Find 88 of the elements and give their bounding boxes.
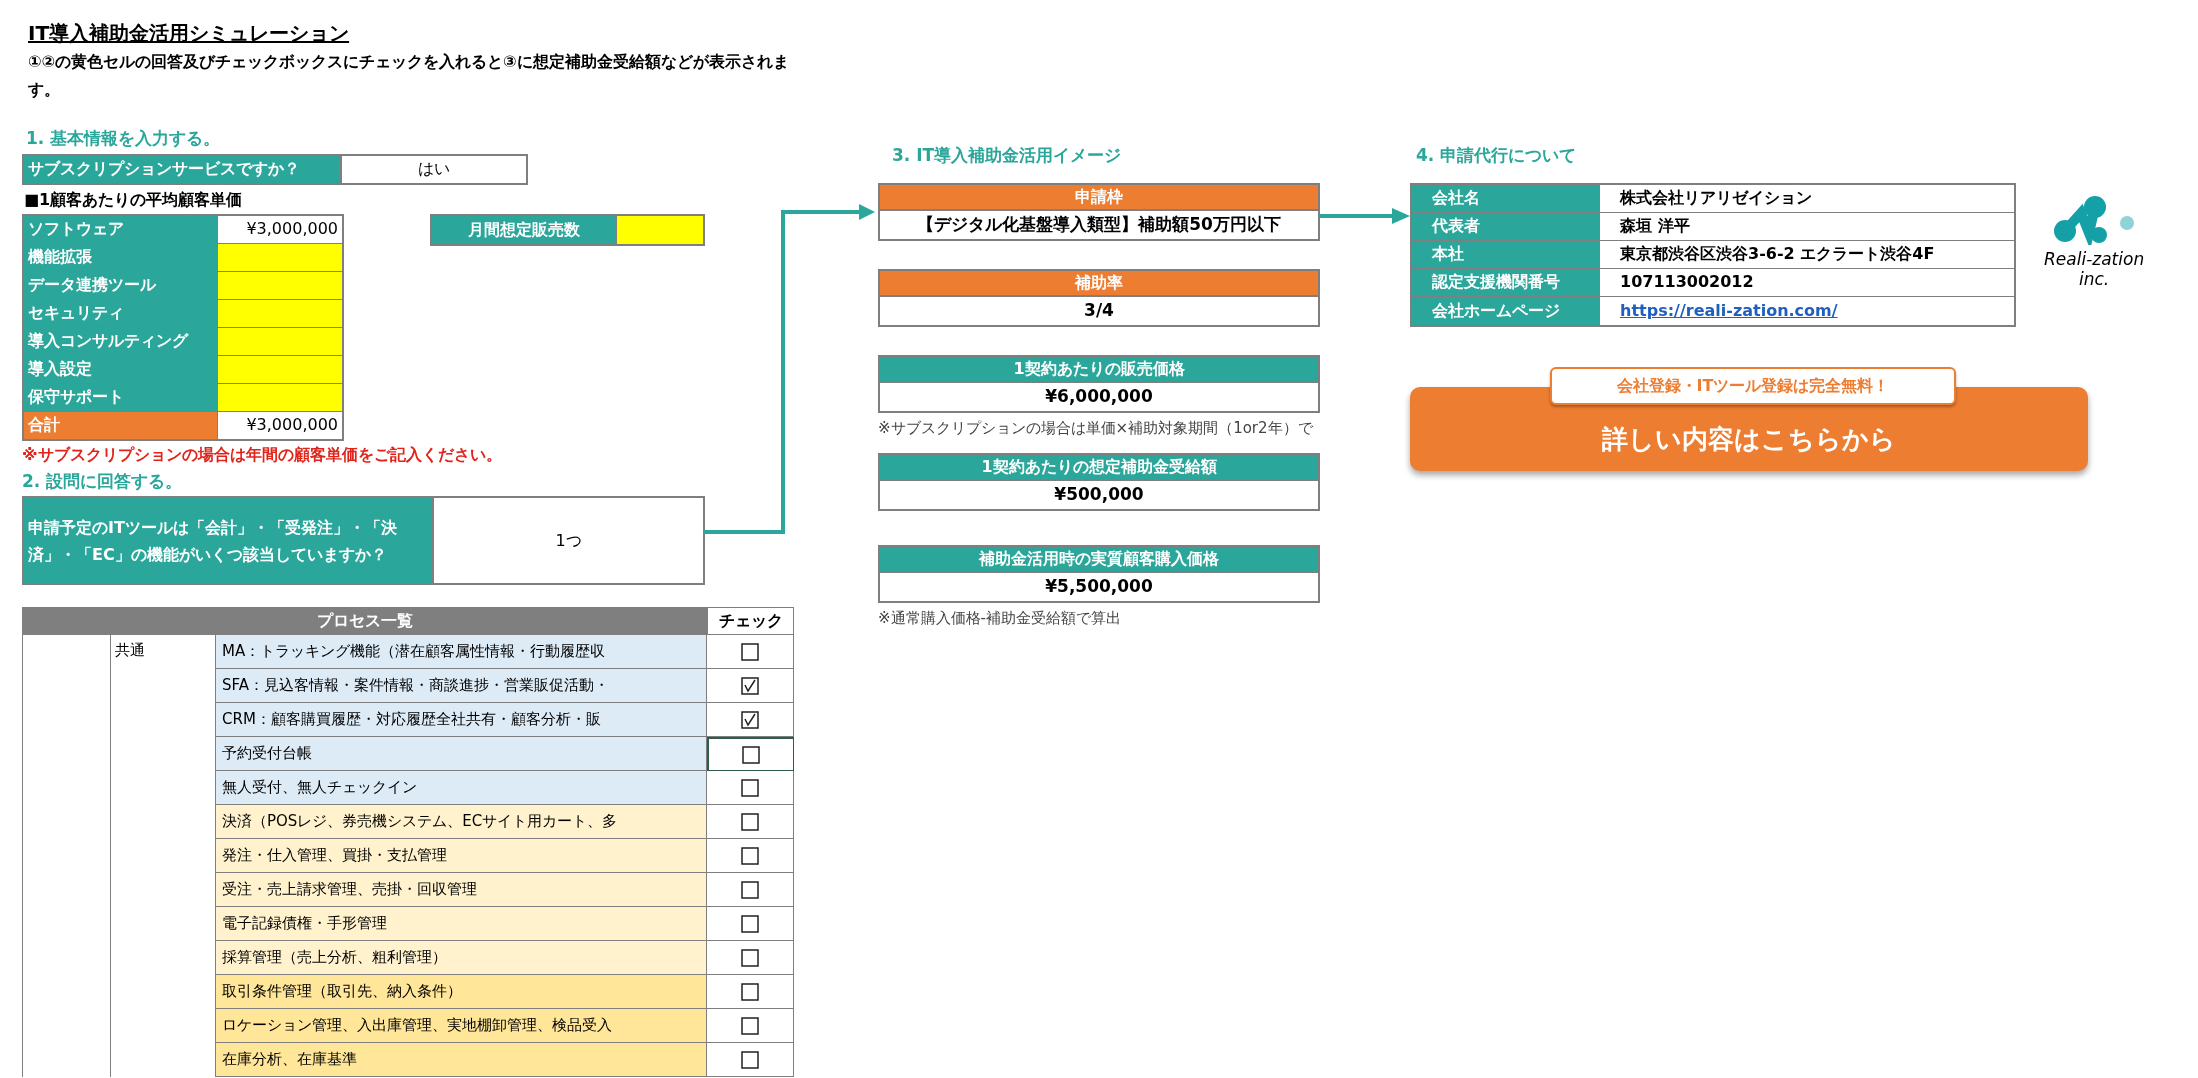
label-cell: 会社名 xyxy=(1412,184,1600,212)
check-cell[interactable] xyxy=(707,635,794,669)
logo-suffix: inc. xyxy=(2078,268,2110,289)
answer-cell[interactable]: 1つ xyxy=(434,498,703,583)
process-cell: 無人受付、無人チェックイン xyxy=(216,771,707,805)
process-cell: 受注・売上請求管理、売掛・回収管理 xyxy=(216,873,707,907)
value-cell-text: 株式会社リアリゼイション xyxy=(1618,187,1813,209)
warning-text: ※サブスクリプションの場合は年間の顧客単価をご記入ください。 xyxy=(22,443,503,466)
logo-name: Reali-zation xyxy=(2044,248,2145,269)
section-heading: 4. 申請代行について xyxy=(1415,144,1578,167)
checkbox[interactable] xyxy=(741,846,759,865)
process-cell: CRM：顧客購買履歴・対応履歴全社共有・顧客分析・販 xyxy=(216,703,707,737)
section-heading: 3. IT導入補助金活用イメージ xyxy=(891,144,1123,167)
question-cell: 申請予定のITツールは「会計」・「受発注」・「決済」・「EC」の機能がいくつ該当していますか？ xyxy=(24,498,434,583)
checkbox[interactable] xyxy=(741,642,759,661)
checkbox[interactable] xyxy=(741,880,759,899)
checkbox[interactable] xyxy=(741,1016,759,1035)
column-header: チェック xyxy=(707,607,794,635)
check-cell[interactable] xyxy=(707,1009,794,1043)
process-cell: 在庫分析、在庫基準 xyxy=(216,1043,707,1077)
value-cell[interactable]: はい xyxy=(342,155,526,183)
checkbox[interactable] xyxy=(741,914,759,933)
label-cell: サブスクリプションサービスですか？ xyxy=(24,155,342,183)
label-cell: ソフトウェア xyxy=(24,215,218,243)
process-cell: 予約受付台帳 xyxy=(216,737,707,771)
value-cell-text: 107113002012 xyxy=(1619,271,1755,293)
input-cell[interactable] xyxy=(218,271,342,299)
block-header: 1契約あたりの販売価格 xyxy=(880,356,1318,383)
check-cell[interactable] xyxy=(707,941,794,975)
process-cell: MA：トラッキング機能（潜在顧客属性情報・行動履歴収 xyxy=(216,635,707,669)
label-cell: データ連携ツール xyxy=(24,271,218,299)
checked-checkbox[interactable] xyxy=(741,676,759,695)
label-cell: 導入設定 xyxy=(24,355,218,383)
group-cell-text: 共通 xyxy=(115,640,146,661)
label-cell: 代表者 xyxy=(1412,212,1600,240)
check-cell[interactable] xyxy=(707,975,794,1009)
check-cell[interactable] xyxy=(707,805,794,839)
label-cell: 導入コンサルティング xyxy=(24,327,218,355)
check-cell[interactable] xyxy=(707,839,794,873)
process-cell: 決済（POSレジ、券売機システム、ECサイト用カート、多 xyxy=(216,805,707,839)
instructions-text: ①②の黄色セルの回答及びチェックボックスにチェックを入れると③に想定補助金受給額などが表示されます。 xyxy=(28,51,790,101)
homepage-link[interactable]: https://reali-zation.com/ xyxy=(1620,298,1838,323)
block-header: 補助金活用時の実質顧客購入価格 xyxy=(880,547,1318,573)
checkbox[interactable] xyxy=(741,948,759,967)
check-cell[interactable] xyxy=(707,703,794,737)
process-cell: 電子記録債権・手形管理 xyxy=(216,907,707,941)
input-cell[interactable] xyxy=(218,355,342,383)
input-cell[interactable] xyxy=(218,383,342,411)
page-title: IT導入補助金活用シミュレーション xyxy=(28,20,351,47)
block-header: 1契約あたりの想定補助金受給額 xyxy=(880,455,1318,481)
check-cell[interactable] xyxy=(707,771,794,805)
checked-checkbox[interactable] xyxy=(741,710,759,729)
checkbox[interactable] xyxy=(741,982,759,1001)
checkbox[interactable] xyxy=(742,745,760,764)
label-cell: セキュリティ xyxy=(24,299,218,327)
note-text: ※通常購入価格-補助金受給額で算出 xyxy=(878,608,1122,629)
section-heading: 2. 設問に回答する。 xyxy=(22,469,184,493)
table-header: プロセス一覧 xyxy=(23,607,707,635)
label-cell: 合計 xyxy=(24,411,218,439)
check-cell[interactable] xyxy=(707,737,794,771)
block-header: 補助率 xyxy=(880,270,1318,297)
input-cell[interactable] xyxy=(218,243,342,271)
checkbox[interactable] xyxy=(741,1050,759,1069)
process-cell: 採算管理（売上分析、粗利管理） xyxy=(216,941,707,975)
label-cell: 認定支援機関番号 xyxy=(1412,268,1600,296)
label-cell: 機能拡張 xyxy=(24,243,218,271)
note-text: ※サブスクリプションの場合は単価×補助対象期間（1or2年）で xyxy=(878,417,1314,439)
check-cell[interactable] xyxy=(707,1043,794,1077)
input-cell[interactable] xyxy=(218,299,342,327)
label-cell: 会社ホームページ xyxy=(1412,296,1600,325)
process-cell: 取引条件管理（取引先、納入条件） xyxy=(216,975,707,1009)
input-cell[interactable] xyxy=(218,327,342,355)
value-cell-text: 森垣 洋平 xyxy=(1619,215,1691,237)
checkbox[interactable] xyxy=(741,778,759,797)
process-cell: ロケーション管理、入出庫管理、実地棚卸管理、検品受入 xyxy=(216,1009,707,1043)
label-cell: 本社 xyxy=(1412,240,1600,268)
free-registration-tooltip: 会社登録・ITツール登録は完全無料！ xyxy=(1550,366,1956,405)
process-cell: 発注・仕入管理、買掛・支払管理 xyxy=(216,839,707,873)
check-cell[interactable] xyxy=(707,873,794,907)
check-cell[interactable] xyxy=(707,669,794,703)
block-header: 申請枠 xyxy=(880,184,1318,211)
section-heading: 1. 基本情報を入力する。 xyxy=(25,127,222,150)
subheading: ■1顧客あたりの平均顧客単価 xyxy=(23,188,244,211)
label-cell: 保守サポート xyxy=(24,383,218,411)
value-cell-text: 東京都渋谷区渋谷3-6-2 エクラート渋谷4F xyxy=(1619,243,1936,265)
check-cell[interactable] xyxy=(707,907,794,941)
checkbox[interactable] xyxy=(741,812,759,831)
process-cell: SFA：見込客情報・案件情報・商談進捗・営業販促活動・ xyxy=(216,669,707,703)
